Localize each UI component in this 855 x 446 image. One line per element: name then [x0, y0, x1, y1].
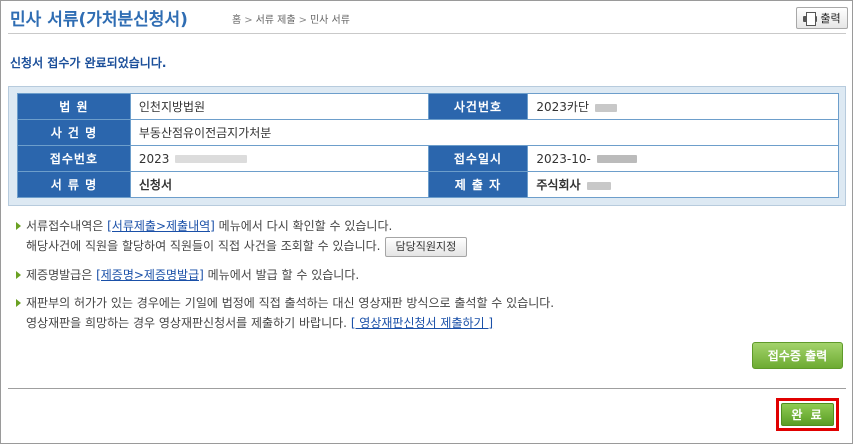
video-trial-application-link[interactable]: [ 영상재판신청서 제출하기 ] — [351, 316, 493, 330]
note-certificate: 제증명발급은 [제증명>제증명발급] 메뉴에서 발급 할 수 있습니다. — [16, 265, 359, 285]
note-text: 메뉴에서 다시 확인할 수 있습니다. — [214, 219, 393, 233]
submitter-label: 제 출 자 — [427, 171, 529, 198]
completion-message: 신청서 접수가 완료되었습니다. — [10, 56, 167, 70]
case-number-cell: 2023카단 — [527, 93, 839, 120]
case-name-value: 부동산점유이전금지가처분 — [129, 119, 840, 146]
bullet-arrow-icon — [16, 222, 21, 230]
submitter-value: 주식회사 — [536, 178, 581, 192]
case-number-label: 사건번호 — [427, 93, 529, 120]
redacted-mask — [595, 103, 618, 112]
note-line: 재판부의 허가가 있는 경우에는 기일에 법정에 직접 출석하는 대신 영상재판… — [26, 296, 555, 310]
page-header: 민사 서류(가처분신청서) 홈 > 서류 제출 > 민사 서류 출력 — [6, 2, 848, 32]
done-button[interactable]: 완 료 — [781, 403, 834, 426]
receipt-number-label: 접수번호 — [17, 145, 131, 172]
assign-staff-button[interactable]: 담당직원지정 — [384, 236, 468, 257]
note-line: 영상재판을 희망하는 경우 영상재판신청서를 제출하기 바랍니다. [ 영상재판… — [16, 313, 554, 333]
printer-icon — [803, 12, 818, 26]
note-text: 제증명발급은 — [26, 268, 97, 282]
header-divider — [8, 33, 846, 34]
breadcrumb-separator: > — [244, 15, 253, 26]
receipt-number-cell: 2023 — [129, 145, 429, 172]
note-line: 제증명발급은 [제증명>제증명발급] 메뉴에서 발급 할 수 있습니다. — [16, 265, 359, 285]
receipt-info-table: 법 원 인천지방법원 사건번호 2023카단 사 건 명 부동산점유이전금지가처… — [17, 93, 840, 198]
receipt-date-label: 접수일시 — [427, 145, 529, 172]
submission-history-link[interactable]: [서류제출>제출내역] — [107, 219, 215, 233]
receipt-info-box: 법 원 인천지방법원 사건번호 2023카단 사 건 명 부동산점유이전금지가처… — [8, 86, 846, 206]
redacted-mask — [586, 181, 611, 190]
table-row: 법 원 인천지방법원 사건번호 2023카단 — [17, 93, 839, 120]
court-label: 법 원 — [17, 93, 131, 120]
note-text: 해당사건에 직원을 할당하여 직원들이 직접 사건을 조회할 수 있습니다. — [26, 239, 381, 253]
table-row: 사 건 명 부동산점유이전금지가처분 — [17, 119, 840, 146]
note-text: 메뉴에서 발급 할 수 있습니다. — [203, 268, 360, 282]
redacted-mask — [596, 155, 637, 163]
note-video-trial: 재판부의 허가가 있는 경우에는 기일에 법정에 직접 출석하는 대신 영상재판… — [16, 293, 554, 333]
print-button[interactable]: 출력 — [796, 7, 848, 29]
bullet-arrow-icon — [16, 271, 21, 279]
done-button-highlight: 완 료 — [776, 398, 839, 431]
document-name-label: 서 류 명 — [17, 171, 131, 198]
certificate-issue-link[interactable]: [제증명>제증명발급] — [96, 268, 204, 282]
receipt-date-value: 2023-10- — [536, 151, 591, 166]
submitter-cell: 주식회사 — [527, 171, 839, 198]
breadcrumb-separator: > — [298, 15, 307, 26]
document-name-value: 신청서 — [129, 171, 429, 198]
case-number-value: 2023카단 — [536, 100, 590, 114]
receipt-number-value: 2023 — [138, 151, 170, 166]
note-document-history: 서류접수내역은 [서류제출>제출내역] 메뉴에서 다시 확인할 수 있습니다. … — [16, 216, 468, 257]
page-title: 민사 서류(가처분신청서) — [10, 10, 188, 30]
footer-divider — [8, 388, 846, 389]
breadcrumb-civil-documents: 민사 서류 — [309, 15, 350, 26]
bullet-arrow-icon — [16, 299, 21, 307]
note-text: 영상재판을 희망하는 경우 영상재판신청서를 제출하기 바랍니다. — [26, 316, 347, 330]
print-button-label: 출력 — [820, 12, 841, 25]
table-row: 서 류 명 신청서 제 출 자 주식회사 — [17, 171, 839, 198]
court-value: 인천지방법원 — [129, 93, 429, 120]
note-line: 해당사건에 직원을 할당하여 직원들이 직접 사건을 조회할 수 있습니다. 담당… — [16, 236, 468, 257]
table-row: 접수번호 2023 접수일시 2023-10- — [17, 145, 839, 172]
receipt-print-button[interactable]: 접수증 출력 — [752, 342, 843, 369]
note-text: 서류접수내역은 — [26, 219, 108, 233]
breadcrumb-document-submit[interactable]: 서류 제출 — [256, 15, 296, 26]
breadcrumb: 홈 > 서류 제출 > 민사 서류 — [232, 11, 350, 26]
case-name-label: 사 건 명 — [17, 119, 131, 146]
receipt-date-cell: 2023-10- — [527, 145, 839, 172]
note-line: 서류접수내역은 [서류제출>제출내역] 메뉴에서 다시 확인할 수 있습니다. — [16, 216, 467, 236]
breadcrumb-home[interactable]: 홈 — [232, 15, 241, 26]
redacted-mask — [175, 155, 248, 163]
